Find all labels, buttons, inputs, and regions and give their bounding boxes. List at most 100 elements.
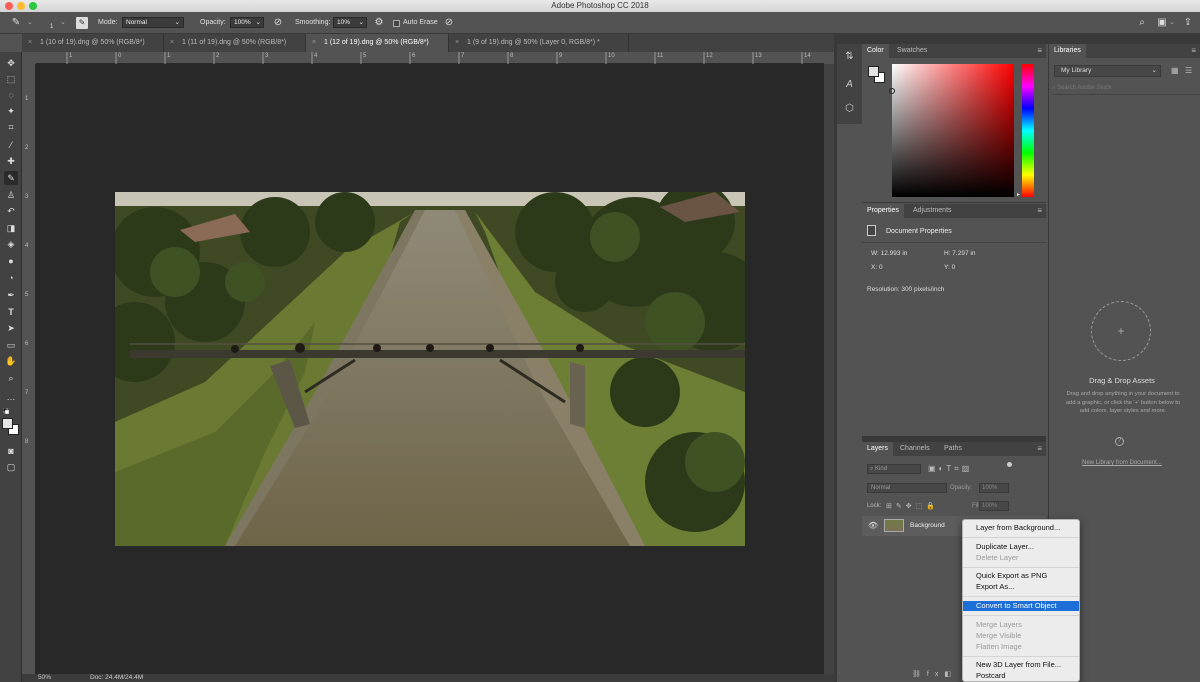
menu-item-convert-to-smart-object[interactable]: Convert to Smart Object: [963, 601, 1079, 611]
healing-brush-tool-icon[interactable]: ✚: [4, 154, 18, 168]
hue-slider-handle[interactable]: ▸: [1017, 191, 1020, 198]
type-tool-icon[interactable]: T: [4, 305, 18, 319]
color-field[interactable]: [889, 64, 1014, 197]
smoothing-field[interactable]: 10% ⌄: [333, 17, 367, 28]
pen-tool-icon[interactable]: ✒: [4, 288, 18, 302]
panel-menu-icon[interactable]: ≡: [1037, 47, 1042, 55]
tab-color[interactable]: Color: [862, 44, 889, 58]
x-value[interactable]: X: 0: [871, 264, 883, 271]
layer-filter-icons[interactable]: ▣◐T⌗▨: [928, 464, 972, 474]
opacity-field[interactable]: 100% ⌄: [230, 17, 264, 28]
menu-item-new-3d-layer[interactable]: New 3D Layer from File...: [963, 660, 1079, 670]
blur-tool-icon[interactable]: ●: [4, 254, 18, 268]
path-selection-tool-icon[interactable]: ➤: [4, 321, 18, 335]
fill-field[interactable]: 100%: [979, 501, 1009, 511]
screen-mode-icon[interactable]: ▢: [4, 460, 18, 474]
tab-layers[interactable]: Layers: [862, 442, 894, 456]
more-tools-icon[interactable]: …: [4, 390, 18, 404]
width-value[interactable]: W: 12.993 in: [871, 250, 907, 257]
brush-size[interactable]: 1: [50, 24, 53, 30]
quick-selection-tool-icon[interactable]: ✦: [4, 104, 18, 118]
default-colors-icon[interactable]: [2, 407, 10, 415]
minimize-window-button[interactable]: [17, 2, 25, 10]
close-icon[interactable]: ×: [455, 34, 459, 52]
tab-document-9[interactable]: × 1 (9 of 19).dng @ 50% (Layer 0, RGB/8*)…: [449, 34, 629, 52]
zoom-level[interactable]: 50%: [38, 674, 51, 681]
close-window-button[interactable]: [5, 2, 13, 10]
layer-filter-select[interactable]: ⌕ Kind: [867, 464, 921, 474]
blend-mode-select[interactable]: Normal: [867, 483, 947, 493]
close-icon[interactable]: ×: [170, 34, 174, 52]
properties-panel-icon[interactable]: ⇅: [843, 50, 856, 63]
foreground-color-swatch[interactable]: [868, 66, 879, 77]
eraser-tool-icon[interactable]: ◨: [4, 221, 18, 235]
hand-tool-icon[interactable]: ✋: [4, 354, 18, 368]
dodge-tool-icon[interactable]: ◔: [4, 271, 18, 285]
pencil-tool-icon[interactable]: ✎: [4, 171, 18, 185]
close-icon[interactable]: ×: [28, 34, 32, 52]
preset-chevron-icon[interactable]: ⌄: [27, 18, 33, 26]
layer-opacity-field[interactable]: 100%: [979, 483, 1009, 493]
menu-item-quick-export-png[interactable]: Quick Export as PNG: [963, 571, 1079, 581]
marquee-tool-icon[interactable]: ⬚: [4, 72, 18, 86]
tab-channels[interactable]: Channels: [895, 442, 935, 456]
brush-settings-icon[interactable]: ✎: [76, 17, 88, 29]
character-panel-icon[interactable]: A: [843, 78, 856, 91]
share-icon[interactable]: ⇪: [1182, 17, 1194, 29]
panel-menu-icon[interactable]: ≡: [1037, 207, 1042, 215]
tab-document-12[interactable]: × 1 (12 of 19).dng @ 50% (RGB/8*): [306, 34, 449, 52]
workspace-icon[interactable]: ▣: [1156, 17, 1168, 29]
search-icon[interactable]: ⌕: [1136, 17, 1148, 29]
height-value[interactable]: H: 7.297 in: [944, 250, 975, 257]
pressure-opacity-icon[interactable]: ⊘: [272, 17, 284, 29]
doc-size[interactable]: Doc: 24.4M/24.4M: [90, 674, 143, 681]
close-icon[interactable]: ×: [312, 34, 316, 52]
menu-item-export-as[interactable]: Export As...: [963, 582, 1079, 592]
pencil-tool-preset-icon[interactable]: ✎: [10, 17, 22, 29]
layer-name[interactable]: Background: [910, 522, 945, 529]
menu-item-delete-layer[interactable]: Delete Layer: [963, 553, 1079, 563]
zoom-tool-icon[interactable]: ⌕: [4, 371, 18, 385]
panel-menu-icon[interactable]: ≡: [1037, 445, 1042, 453]
3d-panel-icon[interactable]: ⬡: [843, 102, 856, 115]
clone-stamp-tool-icon[interactable]: ♙: [4, 188, 18, 202]
stock-search-input[interactable]: ⌕ Search Adobe Stock: [1052, 85, 1200, 95]
menu-item-duplicate-layer[interactable]: Duplicate Layer...: [963, 542, 1079, 552]
shape-tool-icon[interactable]: ▭: [4, 338, 18, 352]
filter-toggle-icon[interactable]: [1007, 462, 1012, 467]
vertical-scrollbar[interactable]: [824, 64, 834, 674]
tab-document-10[interactable]: × 1 (10 of 19).dng @ 50% (RGB/8*): [22, 34, 164, 52]
gear-icon[interactable]: ⚙: [373, 17, 385, 29]
tab-document-11[interactable]: × 1 (11 of 19).dng @ 50% (RGB/8*): [164, 34, 306, 52]
library-select[interactable]: My Library ⌄: [1054, 65, 1161, 77]
workspace-chevron-icon[interactable]: ⌄: [1169, 18, 1175, 26]
maximize-window-button[interactable]: [29, 2, 37, 10]
menu-item-layer-from-background[interactable]: Layer from Background...: [963, 523, 1079, 533]
grid-view-icon[interactable]: ▦: [1171, 66, 1179, 75]
paint-bucket-tool-icon[interactable]: ◈: [4, 237, 18, 251]
layers-footer-icons[interactable]: ⛓fx◧: [912, 670, 957, 678]
panel-menu-icon[interactable]: ≡: [1191, 47, 1196, 55]
mode-select[interactable]: Normal ⌄: [122, 17, 184, 28]
new-library-link[interactable]: New Library from Document...: [1049, 460, 1195, 466]
quick-mask-icon[interactable]: ◙: [4, 444, 18, 458]
hue-slider[interactable]: [1022, 64, 1034, 197]
tab-paths[interactable]: Paths: [939, 442, 967, 456]
y-value[interactable]: Y: 0: [944, 264, 955, 271]
brush-picker-chevron-icon[interactable]: ⌄: [60, 18, 66, 26]
history-brush-tool-icon[interactable]: ↶: [4, 204, 18, 218]
tab-adjustments[interactable]: Adjustments: [908, 204, 957, 218]
move-tool-icon[interactable]: ✥: [4, 56, 18, 70]
tab-libraries[interactable]: Libraries: [1049, 44, 1086, 58]
color-picker-marker[interactable]: [889, 88, 895, 94]
menu-item-merge-visible[interactable]: Merge Visible: [963, 631, 1079, 641]
visibility-eye-icon[interactable]: 👁: [868, 521, 878, 530]
tab-properties[interactable]: Properties: [862, 204, 904, 218]
tab-swatches[interactable]: Swatches: [892, 44, 932, 58]
pressure-size-icon[interactable]: ⊘: [443, 17, 455, 29]
lock-icons[interactable]: ⊞✎✥⬚🔒: [886, 502, 939, 510]
lasso-tool-icon[interactable]: ◌: [4, 88, 18, 102]
add-asset-button[interactable]: +: [1091, 301, 1151, 361]
menu-item-postcard[interactable]: Postcard: [963, 671, 1079, 681]
menu-item-flatten-image[interactable]: Flatten Image: [963, 642, 1079, 652]
